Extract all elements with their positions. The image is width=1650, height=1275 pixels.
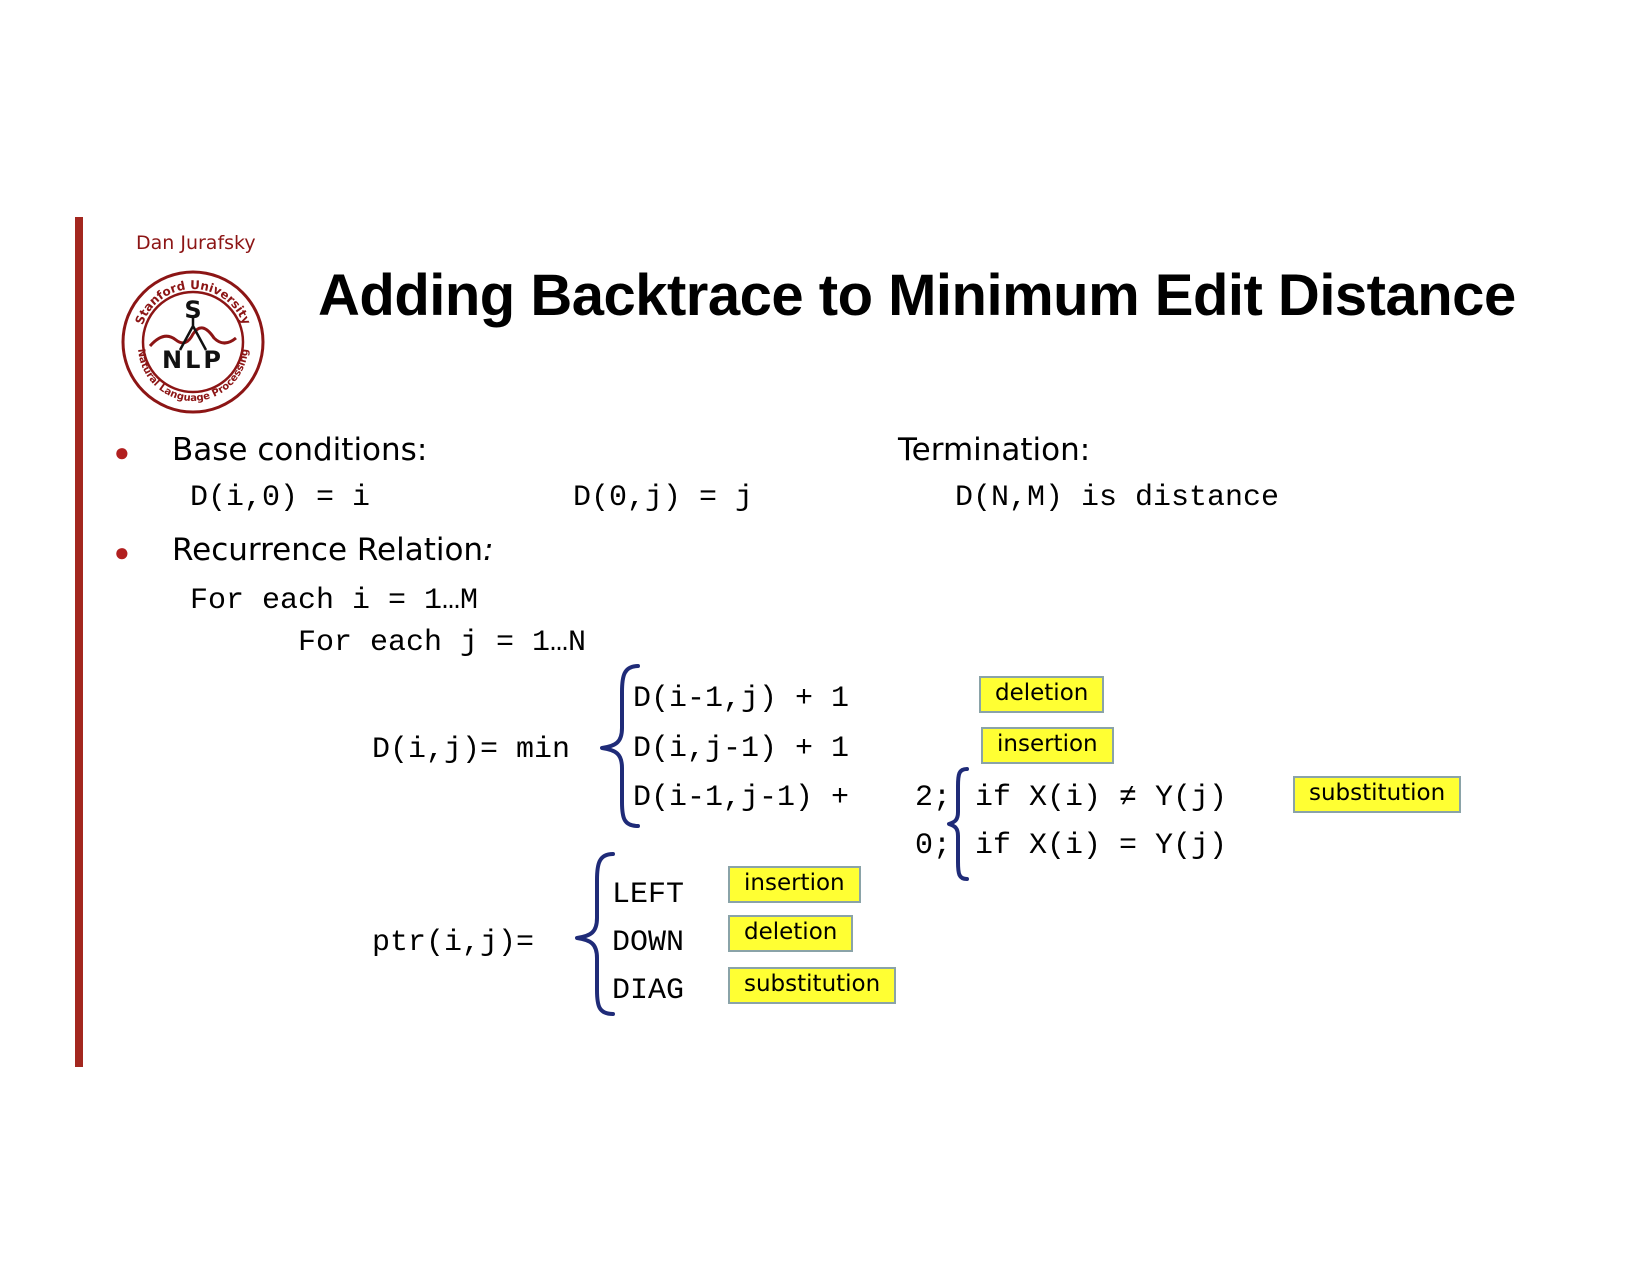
base-condition-2: D(0,j) = j [573, 481, 754, 515]
slide-title: Adding Backtrace to Minimum Edit Distanc… [318, 263, 1516, 328]
cond-mismatch: if X(i) ≠ Y(j) [975, 781, 1228, 815]
ptr-deletion-tag: deletion [728, 915, 854, 953]
termination-text: D(N,M) is distance [955, 481, 1280, 515]
ptr-substitution-tag: substitution [728, 967, 897, 1005]
cond-match: if X(i) = Y(j) [975, 829, 1228, 863]
bullet-dot: ● [114, 537, 130, 567]
logo-nlp: NLP [162, 346, 224, 374]
bullet-dot: ● [114, 437, 130, 467]
loop-j: For each j = 1…N [298, 626, 587, 660]
base-condition-1: D(i,0) = i [190, 481, 371, 515]
ptr-insertion-tag: insertion [728, 866, 861, 904]
loop-i: For each i = 1…M [190, 584, 479, 618]
insertion-tag: insertion [981, 727, 1114, 765]
case-deletion: D(i-1,j) + 1 [633, 682, 850, 716]
cost-brace [947, 767, 969, 881]
base-conditions-heading: Base conditions: [172, 432, 428, 468]
deletion-tag: deletion [979, 676, 1105, 714]
accent-bar [75, 217, 83, 1067]
termination-heading: Termination: [898, 432, 1091, 468]
ptr-left: LEFT [612, 878, 685, 912]
stanford-nlp-logo: Stanford University Natural Language Pro… [121, 270, 265, 414]
case-insertion: D(i,j-1) + 1 [633, 732, 850, 766]
case-substitution: D(i-1,j-1) + [633, 781, 850, 815]
pointer-lhs: ptr(i,j)= [372, 926, 535, 960]
recurrence-lhs: D(i,j)= min [372, 733, 571, 767]
ptr-down: DOWN [612, 926, 685, 960]
substitution-tag: substitution [1293, 776, 1462, 814]
ptr-diag: DIAG [612, 974, 685, 1008]
author-name: Dan Jurafsky [136, 232, 256, 254]
recurrence-heading: Recurrence Relation: [172, 532, 494, 568]
